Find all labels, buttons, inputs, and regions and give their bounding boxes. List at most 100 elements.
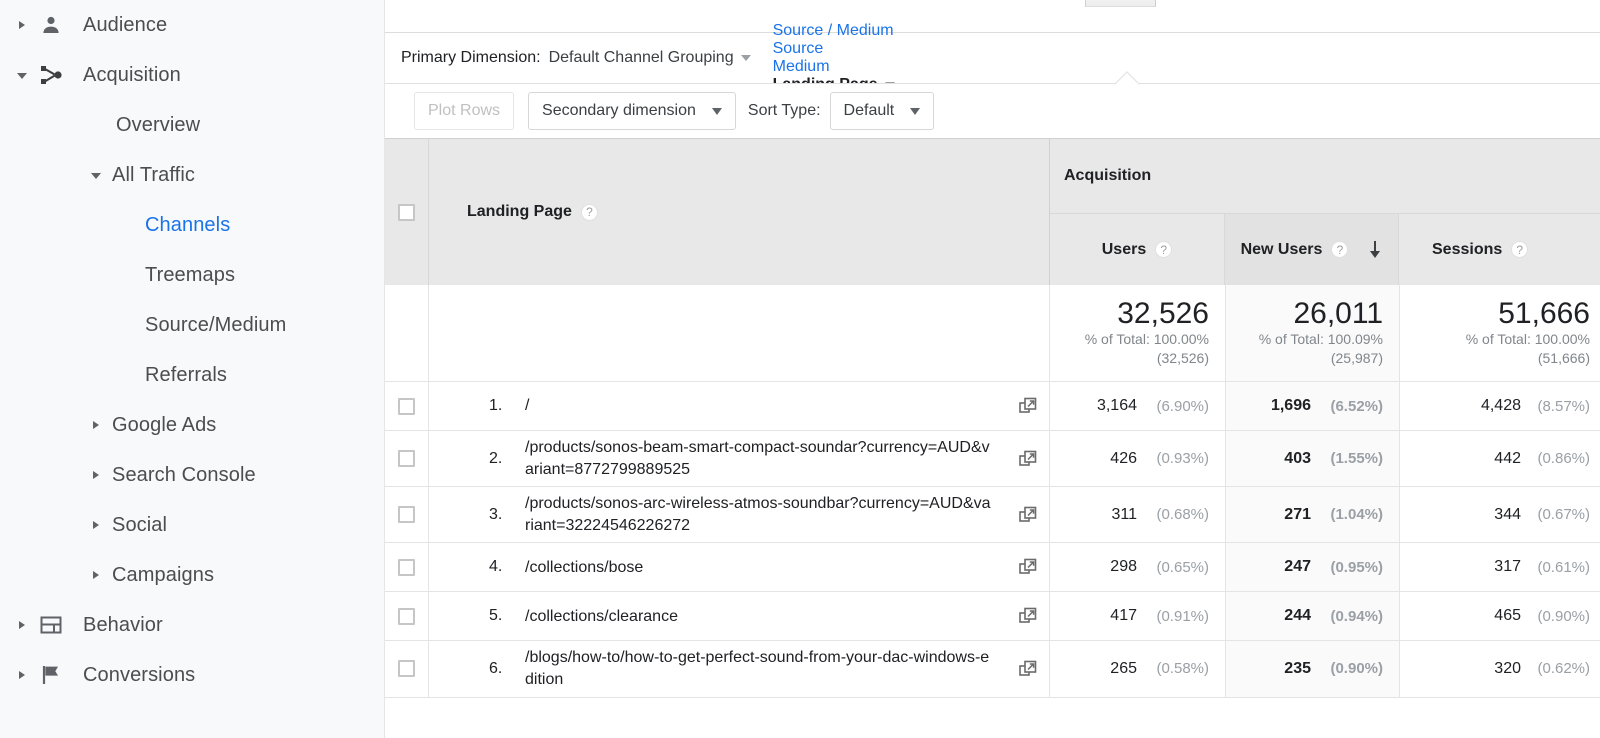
plot-rows-label: Plot Rows	[428, 102, 501, 119]
row-new-users-cell: 1,696 (6.52%)	[1226, 382, 1400, 430]
help-icon[interactable]: ?	[1155, 241, 1173, 258]
totals-dimension-cell	[429, 285, 1050, 381]
row-dimension-cell: 6. /blogs/how-to/how-to-get-perfect-sound…	[429, 641, 1050, 697]
select-all-checkbox[interactable]	[398, 203, 415, 221]
landing-page-path[interactable]: /products/sonos-arc-wireless-atmos-sound…	[525, 493, 995, 536]
table-row[interactable]: 3. /products/sonos-arc-wireless-atmos-sou…	[385, 487, 1600, 544]
chevron-right-icon[interactable]	[14, 667, 30, 683]
row-checkbox[interactable]	[398, 660, 415, 678]
metric-header-users[interactable]: Users ?	[1050, 214, 1225, 285]
chevron-right-icon[interactable]	[88, 517, 104, 533]
open-in-new-window-icon[interactable]	[1019, 558, 1037, 576]
primary-dimension-option-label: Source / Medium	[772, 22, 894, 39]
help-icon[interactable]: ?	[1511, 241, 1529, 258]
row-sessions-cell: 4,428 (8.57%)	[1400, 382, 1600, 430]
table-row[interactable]: 6. /blogs/how-to/how-to-get-perfect-sound…	[385, 641, 1600, 698]
landing-page-path[interactable]: /collections/clearance	[525, 606, 995, 628]
row-checkbox[interactable]	[398, 450, 415, 468]
open-in-new-window-icon[interactable]	[1019, 397, 1037, 415]
row-index: 4.	[489, 558, 503, 576]
sort-descending-icon[interactable]	[1368, 240, 1382, 259]
plot-rows-button[interactable]: Plot Rows	[414, 92, 515, 130]
sidebar-item-channels[interactable]: Channels	[0, 200, 384, 250]
chevron-right-icon[interactable]	[88, 467, 104, 483]
landing-page-path[interactable]: /products/sonos-beam-smart-compact-sound…	[525, 437, 995, 480]
row-checkbox[interactable]	[398, 607, 415, 625]
row-checkbox-cell	[385, 641, 429, 697]
open-in-new-window-icon[interactable]	[1019, 450, 1037, 468]
sort-type-button[interactable]: Default	[829, 92, 935, 130]
row-users-cell: 417 (0.91%)	[1050, 592, 1226, 641]
chevron-right-icon[interactable]	[14, 617, 30, 633]
open-in-new-window-icon[interactable]	[1019, 607, 1037, 625]
sidebar-item-all-traffic[interactable]: All Traffic	[0, 150, 384, 200]
sidebar-item-source-medium[interactable]: Source/Medium	[0, 300, 384, 350]
table-header-row: Landing Page ? Acquisition Users ? New U…	[385, 138, 1600, 285]
open-in-new-window-icon[interactable]	[1019, 660, 1037, 678]
landing-page-path[interactable]: /	[525, 395, 995, 417]
sidebar-item-label: Acquisition	[83, 63, 181, 86]
row-new-users-value: 271	[1284, 505, 1311, 523]
caret-spacer	[129, 367, 145, 383]
row-new-users-value: 244	[1284, 607, 1311, 625]
primary-dimension-option-medium[interactable]: Medium	[773, 58, 895, 76]
secondary-dimension-button[interactable]: Secondary dimension	[528, 92, 736, 130]
row-new-users-value: 403	[1284, 449, 1311, 467]
row-sessions-cell: 465 (0.90%)	[1400, 592, 1600, 640]
sidebar-item-label: Google Ads	[112, 413, 217, 436]
metric-header-cells: Users ? New Users ? Sessions ?	[1050, 214, 1600, 285]
metric-header-sessions[interactable]: Sessions ?	[1399, 214, 1600, 285]
row-users-value: 417	[1110, 607, 1137, 625]
sidebar-item-conversions[interactable]: Conversions	[0, 650, 384, 700]
help-icon[interactable]: ?	[580, 203, 598, 221]
row-sessions-value: 442	[1494, 449, 1521, 467]
flag-icon	[38, 662, 64, 688]
sidebar-item-audience[interactable]: Audience	[0, 0, 384, 50]
sidebar-item-acquisition[interactable]: Acquisition	[0, 50, 384, 100]
landing-page-path[interactable]: /collections/bose	[525, 557, 995, 579]
row-checkbox[interactable]	[398, 397, 415, 415]
primary-dimension-selected[interactable]: Default Channel Grouping	[549, 49, 751, 67]
row-new-users-percent: (0.94%)	[1330, 607, 1383, 625]
row-sessions-cell: 317 (0.61%)	[1400, 543, 1600, 591]
chart-options-dropdown-button[interactable]	[1085, 0, 1156, 7]
sidebar-item-search-console[interactable]: Search Console	[0, 450, 384, 500]
table-row[interactable]: 5. /collections/clearance 417 (0.91%) 244 (0.…	[385, 592, 1600, 642]
primary-dimension-option-source[interactable]: Source	[773, 40, 895, 58]
row-checkbox[interactable]	[398, 558, 415, 576]
landing-page-path[interactable]: /blogs/how-to/how-to-get-perfect-sound-f…	[525, 647, 995, 690]
row-sessions-percent: (0.90%)	[1537, 607, 1590, 625]
metric-header-new-users[interactable]: New Users ?	[1225, 214, 1399, 285]
sidebar-item-campaigns[interactable]: Campaigns	[0, 550, 384, 600]
sidebar-item-google-ads[interactable]: Google Ads	[0, 400, 384, 450]
acquisition-metric-group: Acquisition Users ? New Users ? Sessions…	[1050, 139, 1600, 285]
table-row[interactable]: 2. /products/sonos-beam-smart-compact-sou…	[385, 431, 1600, 488]
help-icon[interactable]: ?	[1331, 241, 1349, 258]
chevron-right-icon[interactable]	[14, 17, 30, 33]
dimension-header-cell[interactable]: Landing Page ?	[429, 139, 1050, 285]
table-toolbar: Plot Rows Secondary dimension Sort Type:…	[385, 71, 1600, 138]
sidebar-item-treemaps[interactable]: Treemaps	[0, 250, 384, 300]
sidebar-item-overview[interactable]: Overview	[0, 100, 384, 150]
metric-header-sessions-label: Sessions	[1432, 240, 1503, 258]
chevron-down-icon[interactable]	[88, 167, 104, 183]
row-new-users-cell: 244 (0.94%)	[1226, 592, 1400, 641]
sidebar-item-referrals[interactable]: Referrals	[0, 350, 384, 400]
row-sessions-value: 344	[1494, 505, 1521, 523]
chevron-down-icon[interactable]	[14, 67, 30, 83]
chevron-right-icon[interactable]	[88, 567, 104, 583]
totals-new-users-value: 26,011	[1293, 297, 1383, 331]
row-metric-cells: 265 (0.58%) 235 (0.90%) 320 (0.62%)	[1050, 641, 1600, 697]
open-in-new-window-icon[interactable]	[1019, 506, 1037, 524]
primary-dimension-option-source-medium[interactable]: Source / Medium	[773, 22, 895, 40]
sidebar-item-behavior[interactable]: Behavior	[0, 600, 384, 650]
row-sessions-value: 4,428	[1480, 397, 1521, 414]
table-row[interactable]: 1. / 3,164 (6.90%) 1,696 (6.52%) 4,428 (8.57%)	[385, 382, 1600, 431]
row-users-percent: (0.93%)	[1156, 450, 1209, 468]
table-row[interactable]: 4. /collections/bose 298 (0.65%) 247 (0.95%) 3…	[385, 543, 1600, 593]
row-checkbox[interactable]	[398, 506, 415, 524]
sidebar-item-social[interactable]: Social	[0, 500, 384, 550]
row-dimension-cell: 1. /	[429, 382, 1050, 430]
metric-group-label: Acquisition	[1050, 139, 1600, 214]
chevron-right-icon[interactable]	[88, 417, 104, 433]
